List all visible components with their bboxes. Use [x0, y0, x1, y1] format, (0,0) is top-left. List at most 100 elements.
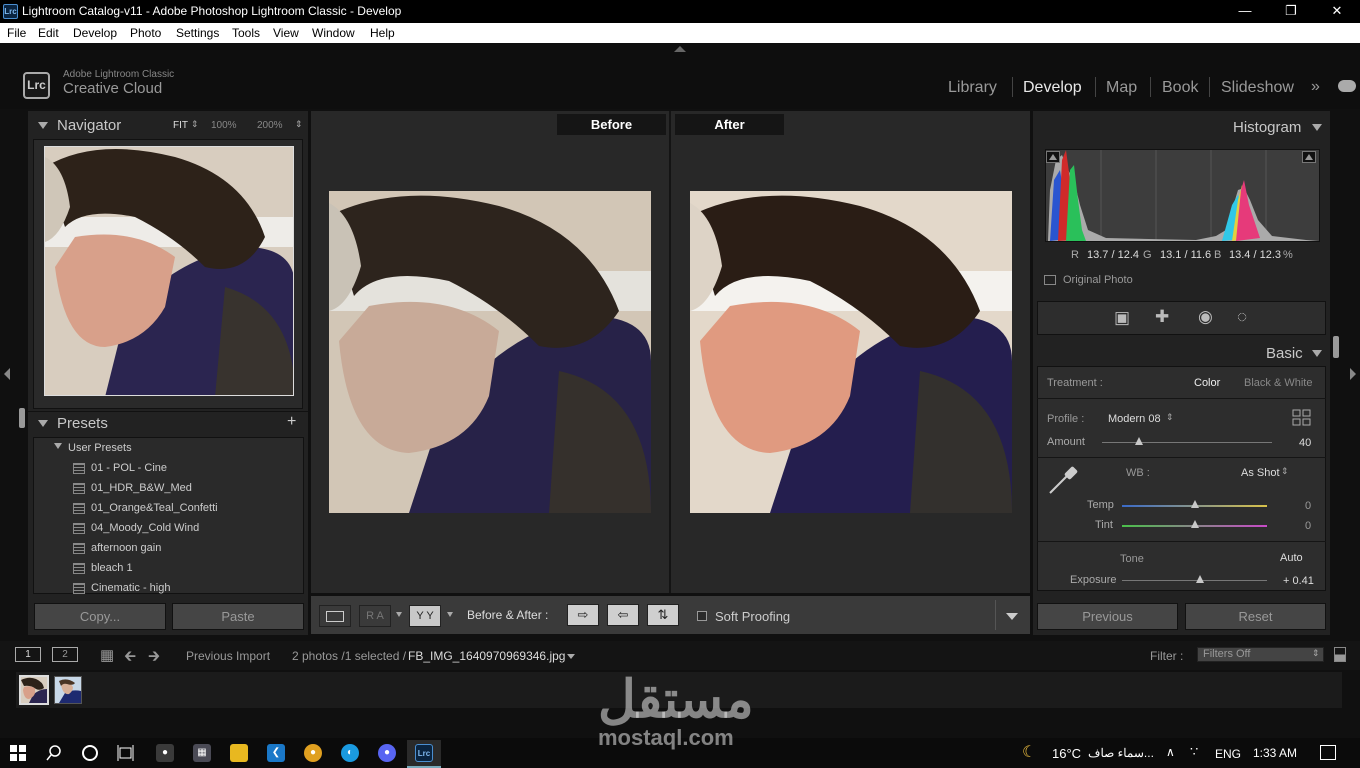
right-panel-toggle-icon[interactable] [1350, 368, 1356, 380]
amount-value[interactable]: 40 [1299, 437, 1311, 449]
filter-lock-icon[interactable] [1334, 647, 1346, 662]
preset-item[interactable]: 01_Orange&Teal_Confetti [91, 502, 218, 514]
exposure-value[interactable]: + 0.41 [1283, 575, 1314, 587]
menu-photo[interactable]: Photo [130, 26, 161, 40]
filmstrip-thumb[interactable] [54, 676, 82, 704]
edge-icon[interactable]: ◐ [341, 744, 359, 762]
menu-develop[interactable]: Develop [73, 26, 117, 40]
language-indicator[interactable]: ENG [1215, 747, 1241, 761]
filename-dropdown-icon[interactable] [567, 654, 575, 659]
exposure-slider-track[interactable] [1122, 580, 1267, 581]
amount-slider-track[interactable] [1102, 442, 1272, 443]
wb-dropdown-icon[interactable]: ⇕ [1281, 466, 1289, 477]
clock[interactable]: 1:33 AM [1253, 746, 1297, 760]
vscode-icon[interactable]: ❮ [267, 744, 285, 762]
soft-proofing-checkbox[interactable] [697, 611, 707, 621]
wb-eyedropper-icon[interactable] [1046, 463, 1080, 497]
cloud-icon[interactable] [1338, 80, 1356, 92]
zoom-fit[interactable]: FIT [173, 120, 188, 131]
menu-edit[interactable]: Edit [38, 26, 59, 40]
user-presets-expand-icon[interactable] [54, 443, 62, 449]
basic-collapse-icon[interactable] [1312, 350, 1322, 357]
source-label[interactable]: Previous Import [186, 649, 270, 663]
zoom-100[interactable]: 100% [211, 120, 237, 131]
tint-slider-knob[interactable] [1191, 520, 1199, 528]
profile-dropdown-icon[interactable]: ⇕ [1166, 412, 1174, 423]
histogram-collapse-icon[interactable] [1312, 124, 1322, 131]
swap-before-after-icon[interactable]: ⇅ [647, 604, 679, 626]
app-icon-archive[interactable]: ▦ [193, 744, 211, 762]
toolbar-options-icon[interactable] [1006, 613, 1018, 620]
treatment-bw[interactable]: Black & White [1244, 377, 1312, 389]
maximize-button[interactable]: ❐ [1268, 0, 1314, 23]
preset-item[interactable]: 01 - POL - Cine [91, 462, 167, 474]
more-modules-icon[interactable]: » [1311, 78, 1320, 96]
module-slideshow[interactable]: Slideshow [1221, 79, 1294, 97]
amount-slider-knob[interactable] [1135, 437, 1143, 445]
left-scrollbar[interactable] [19, 408, 25, 428]
highlight-clipping-icon[interactable] [1302, 151, 1316, 163]
before-after-lr-button[interactable]: R A [359, 605, 391, 627]
notification-center-icon[interactable] [1320, 745, 1336, 760]
module-book[interactable]: Book [1162, 79, 1198, 97]
copy-before-to-after-icon[interactable]: ⇨ [567, 604, 599, 626]
preset-item[interactable]: 01_HDR_B&W_Med [91, 482, 192, 494]
menu-view[interactable]: View [273, 26, 299, 40]
masking-tool-icon[interactable]: ◌ [1237, 307, 1247, 327]
temp-slider-knob[interactable] [1191, 500, 1199, 508]
previous-button[interactable]: Previous [1037, 603, 1178, 630]
app-icon-color[interactable]: ● [156, 744, 174, 762]
menu-help[interactable]: Help [370, 26, 395, 40]
preset-item[interactable]: Cinematic - high [91, 582, 170, 594]
preset-item[interactable]: bleach 1 [91, 562, 133, 574]
windows-start-icon[interactable] [10, 745, 26, 761]
user-presets-group[interactable]: User Presets [68, 442, 132, 454]
copy-button[interactable]: Copy... [34, 603, 166, 630]
discord-icon[interactable]: ● [378, 744, 396, 762]
profile-browser-icon[interactable] [1292, 409, 1312, 427]
crop-tool-icon[interactable]: ▣ [1114, 308, 1130, 328]
treatment-color[interactable]: Color [1194, 377, 1220, 389]
main-window-button[interactable]: 1 [15, 647, 41, 662]
zoom-200[interactable]: 200% [257, 120, 283, 131]
healing-tool-icon[interactable]: ✚ [1155, 307, 1169, 327]
loupe-view-icon[interactable] [319, 605, 351, 627]
menu-file[interactable]: File [7, 26, 26, 40]
right-scrollbar[interactable] [1333, 336, 1339, 358]
menu-tools[interactable]: Tools [232, 26, 260, 40]
preset-item[interactable]: afternoon gain [91, 542, 161, 554]
lightroom-icon[interactable]: Lrc [415, 744, 433, 762]
navigator-collapse-icon[interactable] [38, 122, 48, 129]
menu-settings[interactable]: Settings [176, 26, 219, 40]
original-photo-checkbox[interactable] [1044, 275, 1056, 285]
exposure-slider-knob[interactable] [1196, 575, 1204, 583]
wb-value[interactable]: As Shot [1241, 467, 1280, 479]
left-panel-toggle-icon[interactable] [4, 368, 10, 380]
minimize-button[interactable]: — [1222, 0, 1268, 23]
shadow-clipping-icon[interactable] [1046, 151, 1060, 163]
profile-value[interactable]: Modern 08 [1108, 413, 1161, 425]
cortana-icon[interactable] [82, 745, 98, 761]
wifi-icon[interactable]: ∵ [1190, 744, 1198, 760]
presets-collapse-icon[interactable] [38, 420, 48, 427]
chrome-icon[interactable]: ● [304, 744, 322, 762]
preset-item[interactable]: 04_Moody_Cold Wind [91, 522, 199, 534]
back-arrow-icon[interactable]: 🡰 [124, 646, 136, 671]
before-photo[interactable] [329, 191, 651, 513]
filmstrip-thumb-selected[interactable] [19, 675, 49, 705]
after-photo[interactable] [690, 191, 1012, 513]
module-map[interactable]: Map [1106, 79, 1137, 97]
search-icon[interactable] [46, 745, 62, 761]
view-dropdown-icon[interactable] [396, 612, 402, 617]
filename-label[interactable]: FB_IMG_1640970969346.jpg [408, 649, 565, 663]
filter-dropdown-icon[interactable]: ⇕ [1312, 648, 1320, 659]
menu-window[interactable]: Window [312, 26, 355, 40]
tone-auto-button[interactable]: Auto [1280, 552, 1303, 564]
top-panel-toggle-icon[interactable] [674, 46, 686, 52]
before-after-split-button[interactable]: Y Y [409, 605, 441, 627]
forward-arrow-icon[interactable]: 🡲 [148, 646, 160, 671]
weather-text[interactable]: سماء صاف... [1088, 746, 1154, 760]
split-dropdown-icon[interactable] [447, 612, 453, 617]
file-explorer-icon[interactable] [230, 744, 248, 762]
filter-select[interactable]: Filters Off [1197, 647, 1324, 662]
